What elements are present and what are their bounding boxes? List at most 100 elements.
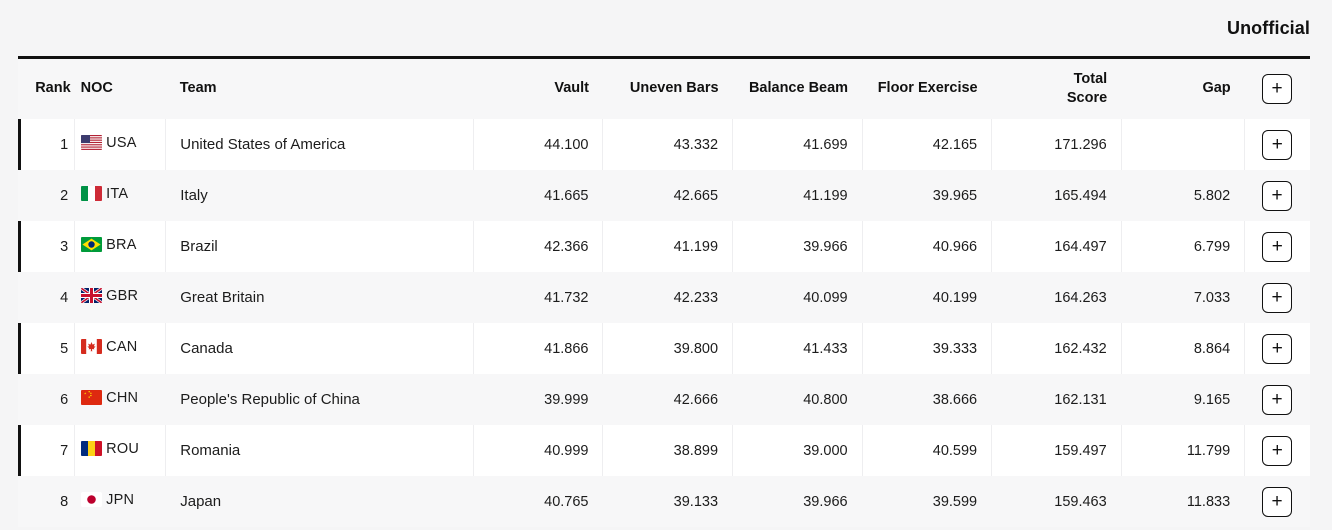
cell-total-score: 159.463	[1054, 493, 1107, 510]
cell-vault: 40.999	[473, 425, 604, 476]
expand-row-button[interactable]: +	[1262, 333, 1293, 364]
cell-team: Romania	[165, 425, 474, 476]
column-header-uneven-bars[interactable]: Uneven Bars	[603, 59, 733, 119]
cell-gap: 11.799	[1121, 425, 1246, 476]
cell-balance-beam: 40.099	[803, 289, 848, 306]
cell-balance-beam: 40.800	[803, 391, 848, 408]
cell-floor-exercise: 40.966	[862, 221, 993, 272]
expand-row-button[interactable]: +	[1262, 282, 1293, 313]
noc-code: USA	[106, 134, 137, 151]
table-row[interactable]: 8 JPN Japan 40.765 39.133 39.966 39.599 159.463…	[18, 476, 1310, 527]
cell-noc: ROU	[74, 425, 167, 476]
table-row[interactable]: 7 ROU Romania 40.999 38.899 39.000 40.599 159.4…	[18, 425, 1310, 476]
plus-icon: +	[1271, 337, 1283, 359]
cell-uneven-bars: 42.233	[673, 289, 719, 306]
cell-uneven-bars: 41.199	[602, 221, 734, 272]
column-header-expand: +	[1245, 59, 1310, 119]
noc-code: ROU	[106, 440, 139, 457]
cell-expand: +	[1245, 425, 1310, 476]
noc-code: JPN	[106, 491, 135, 508]
cell-vault: 44.100	[473, 119, 604, 170]
expand-row-button[interactable]: +	[1262, 231, 1293, 262]
plus-icon: +	[1271, 78, 1283, 99]
plus-icon: +	[1271, 490, 1283, 512]
cell-floor-exercise: 40.599	[862, 425, 993, 476]
column-header-floor-exercise[interactable]: Floor Exercise	[862, 59, 992, 119]
plus-icon: +	[1271, 133, 1283, 155]
expand-row-button[interactable]: +	[1262, 180, 1293, 211]
total-score-line-1: Total	[1073, 70, 1108, 87]
noc-code: BRA	[106, 236, 137, 253]
cell-total-score: 162.131	[1054, 391, 1107, 408]
cell-balance-beam: 39.966	[732, 221, 863, 272]
column-header-gap[interactable]: Gap	[1121, 59, 1244, 119]
expand-row-button[interactable]: +	[1262, 129, 1293, 160]
total-score-line-2: Score	[1066, 90, 1108, 106]
cell-team: Italy	[180, 187, 208, 204]
cell-team: United States of America	[165, 119, 474, 170]
column-header-total-score[interactable]: Total Score	[992, 59, 1122, 119]
expand-row-button[interactable]: +	[1262, 435, 1293, 466]
cell-rank: 7	[18, 425, 76, 476]
table-header-row: Rank NOC Team Vault Uneven Bars Balance …	[18, 59, 1310, 119]
column-header-rank[interactable]: Rank	[18, 59, 75, 119]
noc-code: GBR	[106, 287, 139, 304]
cell-vault: 39.999	[544, 391, 589, 408]
cell-uneven-bars: 39.133	[673, 493, 719, 510]
column-header-balance-beam[interactable]: Balance Beam	[733, 59, 863, 119]
cell-gap: 5.802	[1193, 187, 1231, 204]
flag-jpn	[81, 492, 103, 508]
expand-row-button[interactable]: +	[1262, 486, 1293, 517]
plus-icon: +	[1271, 439, 1283, 461]
cell-floor-exercise: 42.165	[862, 119, 993, 170]
cell-rank: 4	[60, 289, 69, 306]
cell-noc: ITA	[75, 170, 166, 221]
cell-total-score: 164.497	[991, 221, 1122, 272]
flag-usa	[81, 135, 103, 151]
results-table-container: Rank NOC Team Vault Uneven Bars Balance …	[18, 56, 1310, 527]
expand-row-button[interactable]: +	[1262, 384, 1293, 415]
cell-floor-exercise: 38.666	[932, 391, 978, 408]
column-header-vault[interactable]: Vault	[473, 59, 603, 119]
table-row[interactable]: 2 ITA Italy 41.665 42.665 41.199 39.965 165.494…	[18, 170, 1310, 221]
status-badge: Unofficial	[1226, 17, 1310, 38]
table-row[interactable]: 4 GBR Great Britain 41.732 42.233 40.099 40.19…	[18, 272, 1310, 323]
cell-team: People's Republic of China	[180, 391, 360, 408]
cell-rank: 2	[60, 187, 69, 204]
table-row[interactable]: 1 USA United States of America 44.100 43.332…	[18, 119, 1310, 170]
table-row[interactable]: 3 BRA Brazil 42.366 41.199 39.966 40.966 164.49…	[18, 221, 1310, 272]
column-header-team[interactable]: Team	[166, 59, 474, 119]
cell-total-score: 159.497	[991, 425, 1122, 476]
cell-noc: USA	[74, 119, 167, 170]
cell-uneven-bars: 39.800	[602, 323, 734, 374]
cell-balance-beam: 39.966	[803, 493, 848, 510]
cell-gap: 7.033	[1193, 289, 1231, 306]
cell-expand: +	[1245, 323, 1310, 374]
plus-icon: +	[1271, 286, 1283, 308]
table-row[interactable]: 6 CHN People's Republic of China 39.999 42.6…	[18, 374, 1310, 425]
cell-noc: CHN	[75, 374, 166, 425]
cell-gap	[1121, 119, 1246, 170]
page-topbar: Unofficial	[0, 0, 1332, 56]
cell-uneven-bars: 42.665	[673, 187, 719, 204]
column-header-noc[interactable]: NOC	[75, 59, 166, 119]
cell-vault: 41.866	[473, 323, 604, 374]
table-body: 1 USA United States of America 44.100 43.332…	[18, 119, 1310, 527]
cell-team: Great Britain	[180, 289, 265, 306]
cell-rank: 5	[18, 323, 76, 374]
cell-team: Brazil	[165, 221, 474, 272]
cell-rank: 8	[60, 493, 69, 510]
cell-expand: +	[1245, 119, 1310, 170]
cell-total-score: 164.263	[1054, 289, 1107, 306]
cell-total-score: 165.494	[1054, 187, 1107, 204]
table-row[interactable]: 5 CAN Canada 41.866 39.800 41.433 39.333 162.43…	[18, 323, 1310, 374]
cell-uneven-bars: 42.666	[673, 391, 719, 408]
cell-gap: 8.864	[1121, 323, 1246, 374]
cell-floor-exercise: 39.965	[932, 187, 978, 204]
cell-total-score: 162.432	[991, 323, 1122, 374]
cell-balance-beam: 39.000	[732, 425, 863, 476]
flag-can	[81, 339, 103, 355]
results-page: Unofficial Rank NOC Team Vault Uneven Ba…	[0, 0, 1332, 530]
plus-icon: +	[1271, 235, 1283, 257]
expand-all-button[interactable]: +	[1262, 74, 1293, 104]
